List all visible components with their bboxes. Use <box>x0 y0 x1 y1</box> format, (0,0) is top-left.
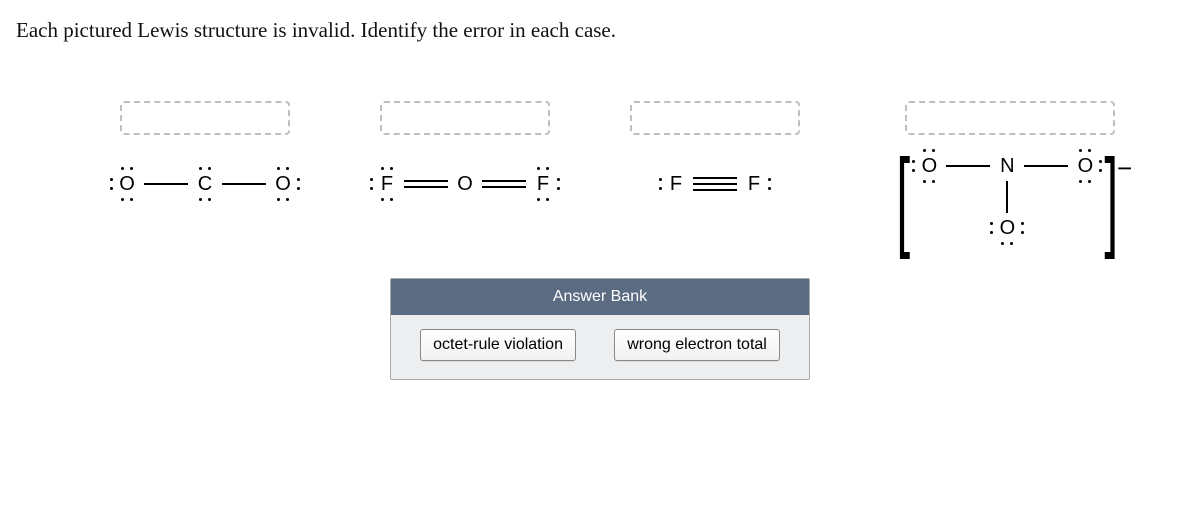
atom-C: C <box>194 173 216 195</box>
structure-2: F O F <box>360 101 570 195</box>
atom-O-tr: O <box>1074 155 1096 177</box>
chip-wrong-electron-total[interactable]: wrong electron total <box>614 329 780 361</box>
atom-O-tl: O <box>918 155 940 177</box>
bond-single <box>222 183 266 185</box>
atom-F-left: F <box>665 173 687 195</box>
atom-O-bottom: O <box>996 217 1018 239</box>
bond-single <box>1024 165 1068 167</box>
atom-F-right: F <box>532 173 554 195</box>
chip-octet-violation[interactable]: octet-rule violation <box>420 329 576 361</box>
lewis-4: [ O N O <box>888 149 1132 248</box>
atom-F-left: F <box>376 173 398 195</box>
question-prompt: Each pictured Lewis structure is invalid… <box>0 0 1200 51</box>
answer-bank-body: octet-rule violation wrong electron tota… <box>391 315 809 379</box>
structure-4: [ O N O <box>860 101 1160 248</box>
structures-row: O C O F <box>0 51 1200 248</box>
bond-double <box>482 180 526 188</box>
bond-single <box>946 165 990 167</box>
atom-O-right: O <box>272 173 294 195</box>
answer-bank: Answer Bank octet-rule violation wrong e… <box>390 278 810 380</box>
ion-charge: − <box>1117 153 1132 184</box>
dropzone-4[interactable] <box>905 101 1115 135</box>
dropzone-2[interactable] <box>380 101 550 135</box>
answer-bank-header: Answer Bank <box>391 279 809 315</box>
dropzone-3[interactable] <box>630 101 800 135</box>
atom-O-left: O <box>116 173 138 195</box>
structure-1: O C O <box>100 101 310 195</box>
atom-O-center: O <box>454 173 476 195</box>
bond-single <box>144 183 188 185</box>
bracket-right: ] <box>1105 149 1119 248</box>
bond-single-vert <box>1006 181 1008 213</box>
bracket-left: [ <box>896 149 910 248</box>
dropzone-1[interactable] <box>120 101 290 135</box>
lewis-2: F O F <box>376 173 554 195</box>
structure-3: F F <box>610 101 820 195</box>
atom-F-right: F <box>743 173 765 195</box>
bond-double <box>404 180 448 188</box>
lewis-1: O C O <box>116 173 294 195</box>
atom-N: N <box>996 155 1018 177</box>
lewis-3: F F <box>665 173 765 195</box>
bond-triple <box>693 177 737 191</box>
